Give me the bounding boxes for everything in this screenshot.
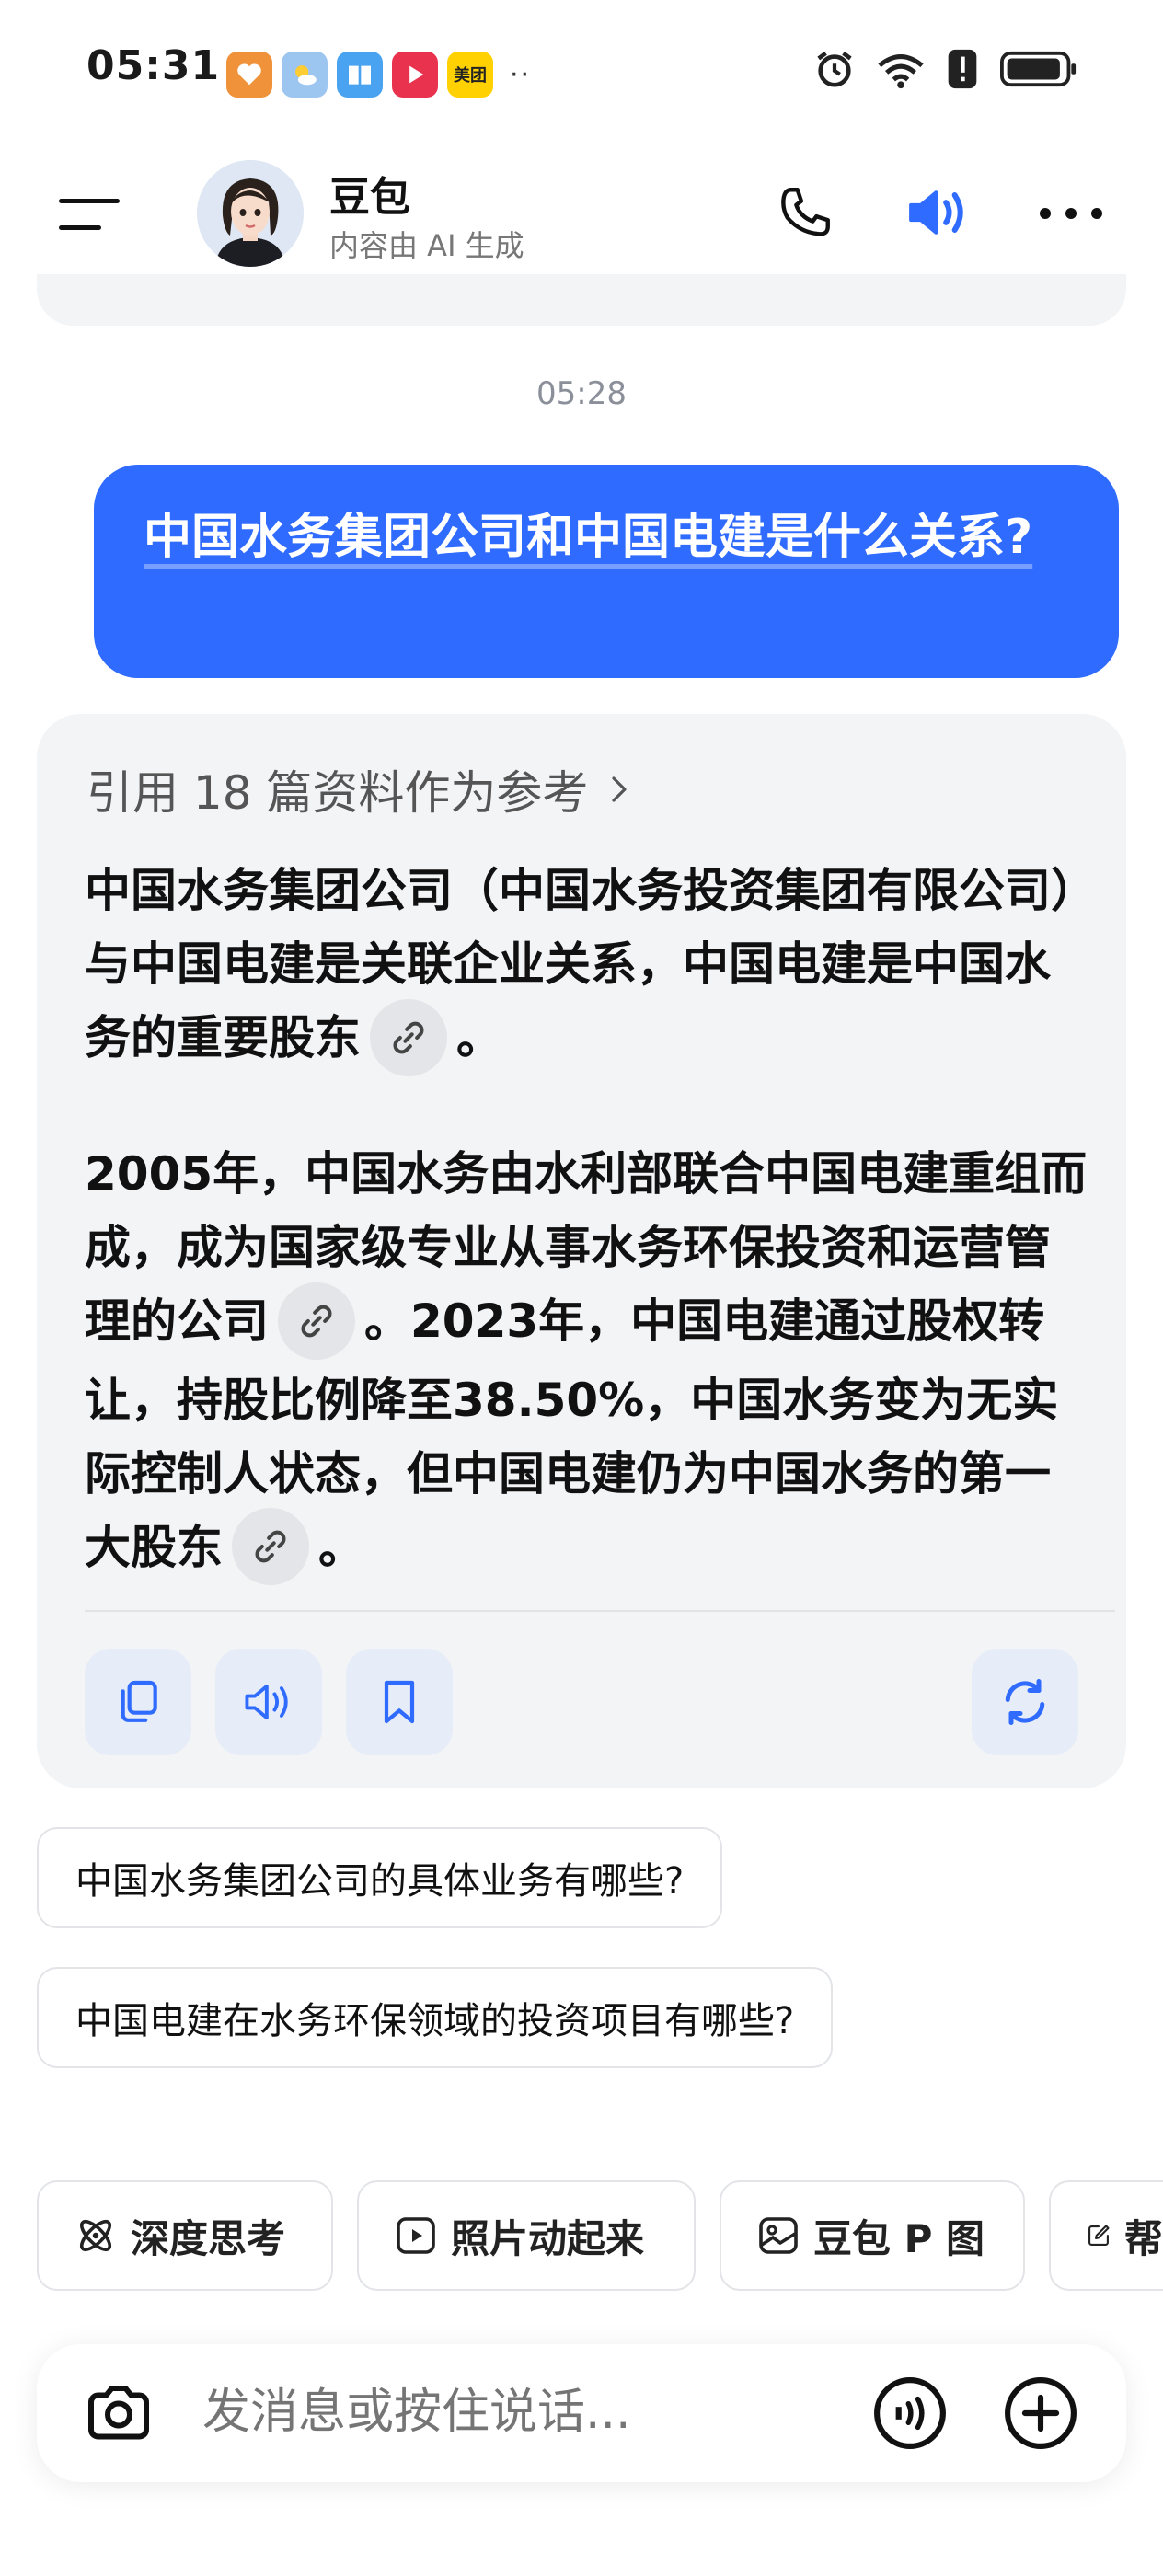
references-label: 引用 18 篇资料作为参考 <box>86 766 589 820</box>
message-input-bar <box>37 2344 1126 2482</box>
chip-photo-edit[interactable]: 豆包 P 图 <box>720 2180 1025 2291</box>
bookmark-icon <box>384 1680 415 1724</box>
copy-icon <box>121 1680 157 1722</box>
wifi-icon <box>878 54 924 89</box>
chip-write[interactable]: 帮 <box>1049 2180 1163 2291</box>
chat-header: 豆包 内容由 AI 生成 <box>0 138 1163 294</box>
play-icon <box>397 2217 435 2254</box>
status-system-icons <box>813 48 1078 90</box>
image-edit-icon <box>759 2217 798 2254</box>
status-time: 05:31 <box>86 42 221 89</box>
more-options-icon[interactable] <box>1038 206 1104 224</box>
answer-text: 中国水务集团公司（中国水务投资集团有限公司）与中国电建是关联企业关系，中国电建是… <box>85 864 1074 1064</box>
chip-label: 豆包 P 图 <box>813 2215 985 2261</box>
add-plus-icon[interactable] <box>1003 2375 1078 2455</box>
avatar[interactable] <box>197 160 304 267</box>
speaker-outline-icon <box>245 1684 288 1720</box>
divider <box>85 1610 1115 1612</box>
meituan-app-icon: 美团 <box>447 52 493 98</box>
chip-deep-thinking[interactable]: 深度思考 <box>37 2180 333 2291</box>
status-more: ·· <box>510 58 532 91</box>
menu-icon[interactable] <box>57 193 121 239</box>
citation-link-icon[interactable] <box>370 998 447 1076</box>
ai-generated-notice: 内容由 AI 生成 <box>329 228 524 263</box>
write-icon <box>1088 2225 1110 2246</box>
voice-input-icon[interactable] <box>872 2375 948 2455</box>
alarm-icon <box>817 51 852 87</box>
chip-label: 深度思考 <box>131 2215 286 2261</box>
user-message-bubble[interactable]: 中国水务集团公司和中国电建是什么关系? <box>94 465 1119 678</box>
citation-link-icon[interactable] <box>232 1508 309 1585</box>
regenerate-button[interactable] <box>972 1649 1078 1755</box>
chip-animate-photo[interactable]: 照片动起来 <box>357 2180 696 2291</box>
chevron-right-icon <box>612 776 628 802</box>
suggested-question[interactable]: 中国电建在水务环保领域的投资项目有哪些? <box>37 1967 834 2068</box>
camera-icon[interactable] <box>83 2379 155 2451</box>
bot-name: 豆包 <box>329 174 410 221</box>
references-link[interactable]: 引用 18 篇资料作为参考 <box>86 756 632 822</box>
chip-label: 帮 <box>1123 2215 1163 2261</box>
book-app-icon <box>337 52 383 98</box>
copy-button[interactable] <box>85 1649 191 1755</box>
answer-text: 。 <box>318 1520 364 1574</box>
speaker-icon[interactable] <box>904 182 973 247</box>
message-input[interactable] <box>202 2385 865 2440</box>
suggested-question[interactable]: 中国水务集团公司的具体业务有哪些? <box>37 1827 723 1928</box>
refresh-icon <box>1005 1679 1045 1725</box>
phone-call-icon[interactable] <box>775 182 835 247</box>
status-app-icons: 美团 ·· <box>226 52 531 98</box>
bookmark-button[interactable] <box>346 1649 453 1755</box>
video-app-icon <box>392 52 438 98</box>
previous-message-card <box>37 274 1126 326</box>
status-bar: 05:31 美团 ·· <box>0 0 1163 138</box>
weather-app-icon <box>282 52 328 98</box>
answer-paragraph-2: 2005年，中国水务由水利部联合中国电建重组而成，成为国家级专业从事水务环保投资… <box>85 1137 1088 1589</box>
user-message-text: 中国水务集团公司和中国电建是什么关系? <box>144 510 1033 565</box>
heart-app-icon <box>226 52 272 98</box>
message-timestamp: 05:28 <box>536 375 627 412</box>
read-aloud-button[interactable] <box>215 1649 322 1755</box>
battery-icon <box>1000 51 1077 87</box>
chip-label: 照片动起来 <box>451 2215 645 2261</box>
atom-icon <box>79 2219 112 2252</box>
citation-link-icon[interactable] <box>278 1282 355 1360</box>
ai-answer-card: 引用 18 篇资料作为参考 中国水务集团公司（中国水务投资集团有限公司）与中国电… <box>37 714 1126 1788</box>
answer-paragraph-1: 中国水务集团公司（中国水务投资集团有限公司）与中国电建是关联企业关系，中国电建是… <box>85 854 1088 1080</box>
answer-text: 。 <box>456 1011 502 1064</box>
alert-icon <box>948 49 977 89</box>
